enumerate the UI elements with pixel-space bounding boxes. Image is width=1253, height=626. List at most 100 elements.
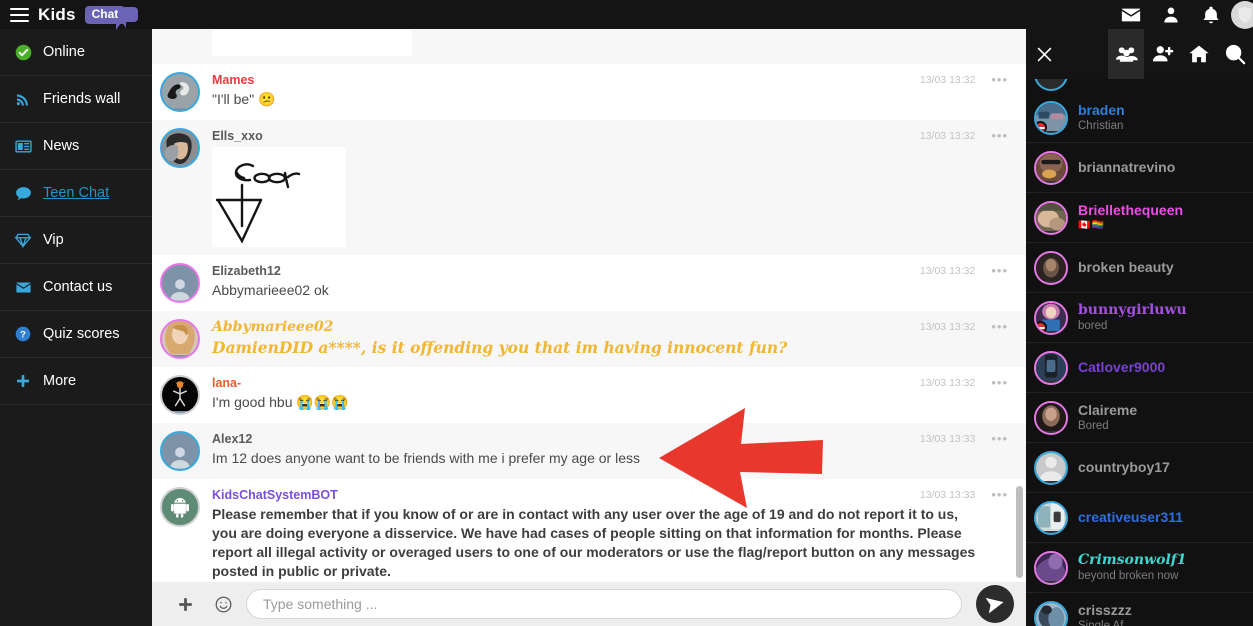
message-username[interactable]: Mames [212, 73, 1026, 88]
avatar[interactable] [1034, 400, 1068, 435]
plus-icon[interactable] [166, 596, 204, 613]
list-item[interactable]: Briellethequeen 🇨🇦🏳️‍🌈 [1026, 193, 1253, 243]
avatar[interactable] [160, 72, 200, 112]
message-row[interactable]: KidsChatSystemBOT Please remember that i… [152, 479, 1026, 589]
message-options-icon[interactable]: ••• [991, 320, 1008, 333]
sidebar-item-teen-chat[interactable]: Teen Chat [0, 170, 152, 217]
message-options-icon[interactable]: ••• [991, 376, 1008, 389]
message-list[interactable]: Mames "I'll be" 😕 13/03 13:32 ••• Ells_x… [152, 29, 1026, 589]
hamburger-icon[interactable] [10, 7, 29, 22]
drawing-image[interactable] [212, 147, 346, 247]
message-options-icon[interactable]: ••• [991, 264, 1008, 277]
message-username[interactable]: Abbymarieee02 [212, 320, 1026, 335]
message-input[interactable] [246, 589, 962, 619]
avatar[interactable] [1034, 450, 1068, 485]
message-content: Elizabeth12 Abbymarieee02 ok [212, 263, 1026, 303]
message-row-partial[interactable] [152, 29, 1026, 64]
add-friend-icon[interactable] [1144, 29, 1180, 79]
list-item-text: Claireme Bored [1078, 402, 1137, 433]
brand-area: Kids Chat [10, 0, 126, 30]
avatar[interactable] [1034, 300, 1068, 335]
avatar[interactable] [160, 319, 200, 359]
avatar[interactable] [160, 128, 200, 168]
list-item[interactable]: countryboy17 [1026, 443, 1253, 493]
bell-icon[interactable] [1191, 0, 1231, 29]
sidebar-item-contact-us[interactable]: Contact us [0, 264, 152, 311]
avatar[interactable] [1034, 550, 1068, 585]
search-icon[interactable] [1217, 29, 1253, 79]
svg-text:?: ? [20, 329, 26, 339]
sidebar-item-friends-wall[interactable]: Friends wall [0, 76, 152, 123]
sidebar-item-label: Vip [43, 232, 64, 248]
blocked-badge-icon [1036, 120, 1047, 133]
list-item[interactable]: broken beauty [1026, 243, 1253, 293]
sidebar-item-online[interactable]: Online [0, 29, 152, 76]
avatar[interactable] [1034, 600, 1068, 626]
users-icon[interactable] [1108, 29, 1145, 79]
sidebar-item-news[interactable]: News [0, 123, 152, 170]
message-username[interactable]: Alex12 [212, 432, 1026, 447]
message-options-icon[interactable]: ••• [991, 73, 1008, 86]
message-row[interactable]: Alex12 Im 12 does anyone want to be frie… [152, 423, 1026, 479]
message-row[interactable]: Mames "I'll be" 😕 13/03 13:32 ••• [152, 64, 1026, 120]
message-username[interactable]: KidsChatSystemBOT [212, 488, 1026, 503]
list-item[interactable]: bunnygirluwu bored [1026, 293, 1253, 343]
chat-bubble-decoration-icon [118, 7, 138, 28]
avatar[interactable] [1034, 100, 1068, 135]
message-row[interactable]: lana- I'm good hbu 😭😭😭 13/03 13:32 ••• [152, 367, 1026, 423]
avatar[interactable] [1231, 0, 1253, 29]
list-item-text: crisszzz Single Af [1078, 602, 1132, 626]
message-username[interactable]: Ells_xxo [212, 129, 1026, 144]
sidebar-item-vip[interactable]: Vip [0, 217, 152, 264]
message-options-icon[interactable]: ••• [991, 129, 1008, 142]
avatar[interactable] [1034, 79, 1068, 91]
sidebar-item-more[interactable]: More [0, 358, 152, 405]
avatar[interactable] [1034, 150, 1068, 185]
blocked-badge-icon [1036, 320, 1047, 333]
list-item[interactable]: Catlover9000 [1026, 343, 1253, 393]
check-circle-icon [14, 44, 32, 61]
message-options-icon[interactable]: ••• [991, 432, 1008, 445]
list-item-partial[interactable] [1026, 79, 1253, 93]
avatar[interactable] [160, 263, 200, 303]
avatar[interactable] [1034, 250, 1068, 285]
list-item[interactable]: braden Christian [1026, 93, 1253, 143]
list-item[interactable]: creativeuser311 [1026, 493, 1253, 543]
user-name: briannatrevino [1078, 159, 1176, 175]
question-circle-icon: ? [14, 326, 32, 342]
avatar[interactable] [1034, 500, 1068, 535]
message-row[interactable]: Ells_xxo 13/03 13:32 ••• [152, 120, 1026, 255]
message-options-icon[interactable]: ••• [991, 488, 1008, 501]
list-item[interactable]: briannatrevino [1026, 143, 1253, 193]
list-item[interactable]: Claireme Bored [1026, 393, 1253, 443]
send-button[interactable] [976, 585, 1014, 623]
brand-name-primary: Kids [38, 4, 76, 24]
home-icon[interactable] [1181, 29, 1217, 79]
drawing-image[interactable] [212, 30, 412, 56]
user-icon[interactable] [1151, 0, 1191, 29]
user-status: Christian [1078, 120, 1124, 132]
list-item[interactable]: Crimsonwolf1 beyond broken now [1026, 543, 1253, 593]
message-row[interactable]: Elizabeth12 Abbymarieee02 ok 13/03 13:32… [152, 255, 1026, 311]
chat-scrollbar[interactable] [1016, 486, 1023, 578]
message-username[interactable]: lana- [212, 376, 1026, 391]
avatar[interactable] [1034, 350, 1068, 385]
message-username[interactable]: Elizabeth12 [212, 264, 1026, 279]
user-list[interactable]: braden Christian briannatrevino Briellet… [1026, 79, 1253, 626]
envelope-icon[interactable] [1111, 0, 1151, 29]
smiley-icon[interactable] [204, 595, 242, 614]
avatar[interactable] [160, 375, 200, 415]
message-meta: 13/03 13:32 ••• [920, 73, 1008, 86]
list-item[interactable]: crisszzz Single Af [1026, 593, 1253, 626]
message-meta: 13/03 13:32 ••• [920, 129, 1008, 142]
user-name: crisszzz [1078, 602, 1132, 618]
user-name: Crimsonwolf1 [1078, 552, 1187, 568]
close-icon[interactable] [1026, 29, 1062, 79]
chat-panel: Mames "I'll be" 😕 13/03 13:32 ••• Ells_x… [152, 29, 1026, 626]
message-row[interactable]: Abbymarieee02 DamienDID a****, is it off… [152, 311, 1026, 367]
avatar[interactable] [160, 487, 200, 527]
sidebar-item-quiz-scores[interactable]: ? Quiz scores [0, 311, 152, 358]
message-text: I'm good hbu 😭😭😭 [212, 394, 349, 410]
avatar[interactable] [160, 431, 200, 471]
avatar[interactable] [1034, 200, 1068, 235]
